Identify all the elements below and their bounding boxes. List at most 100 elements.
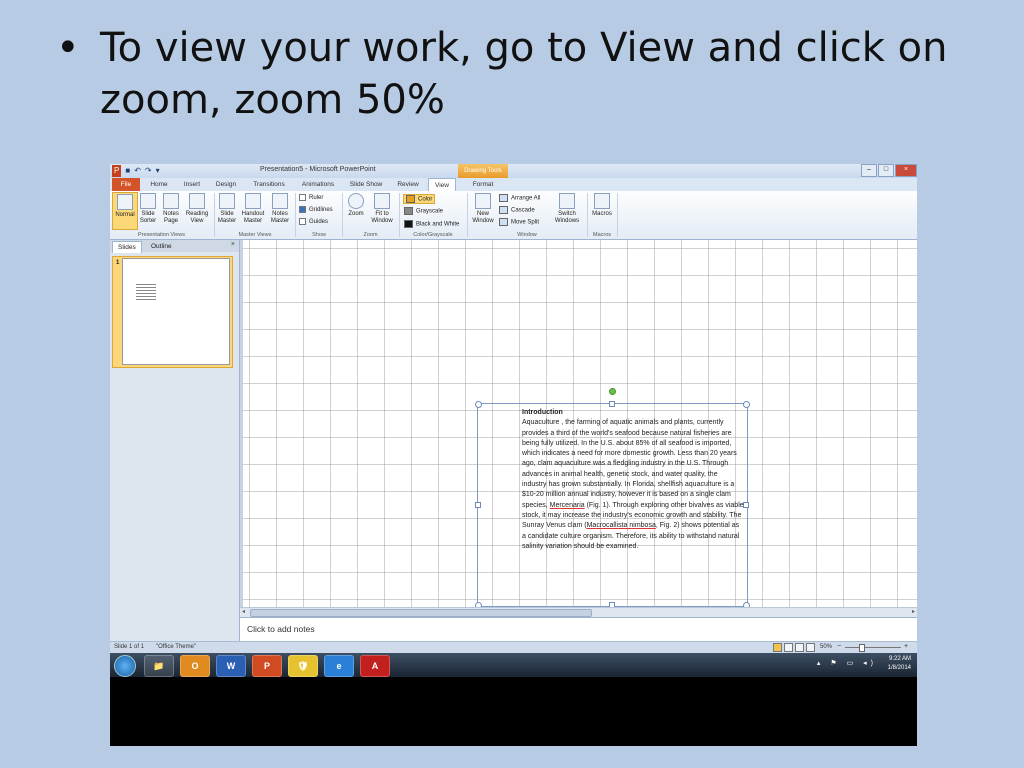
undo-icon[interactable]: ↶	[134, 165, 141, 177]
slide-master-icon	[219, 193, 235, 209]
powerpoint-icon[interactable]: P	[252, 655, 282, 677]
notes-page-button[interactable]: Notes Page	[160, 192, 182, 228]
tab-animations[interactable]: Animations	[296, 178, 340, 191]
quick-access-toolbar: P ■ ↶ ↷ ▾	[112, 165, 160, 177]
group-label-window: Window	[517, 232, 537, 238]
arrange-all-icon	[499, 194, 508, 202]
species-name: Mercenaria	[549, 501, 585, 509]
move-split-icon	[499, 218, 508, 226]
zoom-button[interactable]: Zoom	[345, 192, 367, 228]
gridlines-checkbox[interactable]: Gridlines	[299, 206, 333, 213]
redo-icon[interactable]: ↷	[145, 165, 152, 177]
switch-windows-button[interactable]: Switch Windows	[551, 192, 583, 228]
fit-to-window-button[interactable]: Fit to Window	[368, 192, 396, 228]
color-option[interactable]: Color	[403, 194, 436, 204]
slide-canvas[interactable]: Introduction Aquaculture , the farming o…	[240, 240, 917, 609]
save-icon[interactable]: ■	[125, 165, 130, 177]
checkbox-box-checked	[299, 206, 306, 213]
group-label-presentation-views: Presentation Views	[138, 232, 185, 238]
resize-handle[interactable]	[475, 401, 482, 408]
reading-view-icon[interactable]	[795, 643, 804, 652]
group-label-macros: Macros	[592, 232, 612, 238]
tab-slides[interactable]: Slides	[112, 241, 142, 253]
tab-review[interactable]: Review	[392, 178, 424, 191]
tab-file[interactable]: File	[112, 178, 140, 191]
zoom-out-icon[interactable]: −	[837, 643, 841, 650]
notes-master-button[interactable]: Notes Master	[268, 192, 292, 228]
grayscale-option[interactable]: Grayscale	[404, 207, 443, 215]
text-box[interactable]: Introduction Aquaculture , the farming o…	[475, 388, 750, 609]
text-box-content: Introduction Aquaculture , the farming o…	[522, 408, 744, 552]
bullet-dot: •	[56, 25, 80, 71]
species-name: Macrocallista nimbosa	[586, 522, 656, 530]
tab-insert[interactable]: Insert	[178, 178, 206, 191]
notes-pane[interactable]: Click to add notes	[240, 617, 917, 641]
tab-slide-show[interactable]: Slide Show	[346, 178, 386, 191]
start-button[interactable]	[114, 655, 136, 677]
tab-view[interactable]: View	[428, 178, 456, 192]
zoom-slider[interactable]	[845, 647, 901, 648]
zoom-level[interactable]: 50%	[820, 644, 832, 650]
new-window-button[interactable]: New Window	[469, 192, 497, 228]
horizontal-scrollbar[interactable]: ◂ ▸	[240, 607, 917, 617]
panel-splitter[interactable]	[240, 240, 243, 607]
security-icon[interactable]: 🛡	[288, 655, 318, 677]
tab-home[interactable]: Home	[146, 178, 172, 191]
resize-handle[interactable]	[743, 401, 750, 408]
rotation-handle[interactable]	[609, 388, 616, 395]
handout-master-button[interactable]: Handout Master	[239, 192, 267, 228]
tab-design[interactable]: Design	[212, 178, 240, 191]
macros-button[interactable]: Macros	[590, 192, 614, 228]
close-pane-icon[interactable]: ×	[231, 241, 235, 248]
ruler-checkbox[interactable]: Ruler	[299, 194, 323, 201]
slide-master-button[interactable]: Slide Master	[216, 192, 238, 228]
tab-transitions[interactable]: Transitions	[246, 178, 292, 191]
powerpoint-screenshot: P ■ ↶ ↷ ▾ Presentation5 - Microsoft Powe…	[110, 164, 917, 746]
group-separator	[617, 193, 618, 237]
switch-windows-icon	[559, 193, 575, 209]
tab-format[interactable]: Format	[468, 178, 498, 191]
reading-view-button[interactable]: Reading View	[183, 192, 211, 228]
minimize-button[interactable]: –	[861, 164, 877, 177]
slide-sorter-button[interactable]: Slide Sorter	[137, 192, 159, 228]
resize-handle[interactable]	[609, 401, 615, 407]
outlook-icon[interactable]: O	[180, 655, 210, 677]
slide-show-icon[interactable]	[806, 643, 815, 652]
tab-outline[interactable]: Outline	[146, 241, 177, 252]
scroll-left-icon[interactable]: ◂	[242, 608, 245, 615]
arrange-all-button[interactable]: Arrange All	[499, 194, 540, 202]
cascade-button[interactable]: Cascade	[499, 206, 535, 214]
black-and-white-option[interactable]: Black and White	[404, 220, 459, 228]
fit-to-window-icon	[374, 193, 390, 209]
internet-explorer-icon[interactable]: e	[324, 655, 354, 677]
group-label-show: Show	[312, 232, 326, 238]
customize-qat-icon[interactable]: ▾	[156, 165, 160, 177]
ribbon: Normal Slide Sorter Notes Page Reading V…	[110, 191, 917, 240]
checkbox-box	[299, 194, 306, 201]
move-split-button[interactable]: Move Split	[499, 218, 539, 226]
scroll-right-icon[interactable]: ▸	[912, 608, 915, 615]
slide-sorter-icon	[140, 193, 156, 209]
resize-handle[interactable]	[475, 502, 481, 508]
text-body: Aquaculture , the farming of aquatic ani…	[522, 419, 737, 509]
slide-sorter-icon[interactable]	[784, 643, 793, 652]
close-button[interactable]: ×	[895, 164, 917, 177]
zoom-slider-knob[interactable]	[859, 644, 865, 652]
maximize-button[interactable]: □	[878, 164, 894, 177]
acrobat-icon[interactable]: A	[360, 655, 390, 677]
explorer-icon[interactable]: 📁	[144, 655, 174, 677]
slide-thumbnail[interactable]	[122, 258, 230, 365]
tray-icons[interactable]: ▴ ⚑ ▭ ◂)	[817, 659, 877, 667]
guides-checkbox[interactable]: Guides	[299, 218, 328, 225]
app-icon[interactable]: P	[112, 165, 122, 177]
normal-view-button[interactable]: Normal	[112, 192, 138, 230]
system-clock[interactable]: 9:22 AM 1/8/2014	[888, 655, 911, 673]
scrollbar-thumb[interactable]	[250, 609, 592, 617]
magnifier-icon	[348, 193, 364, 209]
zoom-in-icon[interactable]: +	[904, 643, 908, 650]
normal-view-icon[interactable]	[773, 643, 782, 652]
word-icon[interactable]: W	[216, 655, 246, 677]
notes-placeholder: Click to add notes	[247, 624, 315, 634]
grayscale-swatch-icon	[404, 207, 413, 215]
panel-tabs: Slides Outline ×	[110, 240, 239, 253]
